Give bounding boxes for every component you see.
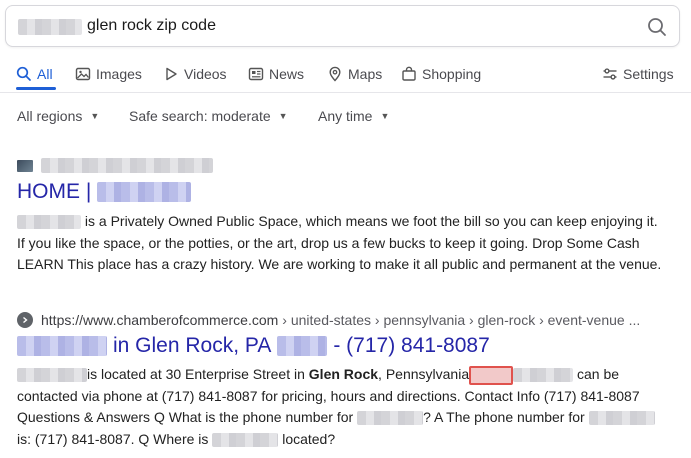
redacted-title bbox=[97, 182, 192, 202]
redacted-query-prefix bbox=[18, 19, 82, 35]
result-2-title[interactable]: in Glen Rock, PA - (717) 841-8087 bbox=[17, 334, 490, 358]
tab-maps-label: Maps bbox=[348, 66, 383, 82]
result-2-source[interactable]: https://www.chamberofcommerce.com › unit… bbox=[17, 312, 640, 328]
snippet-text: located? bbox=[282, 430, 336, 447]
snippet-text: , Pennsylvania bbox=[378, 366, 470, 382]
safe-search-label: Safe search: moderate bbox=[129, 108, 271, 124]
tab-videos-label: Videos bbox=[184, 66, 227, 82]
region-filter[interactable]: All regions ▼ bbox=[17, 108, 99, 124]
result-2-breadcrumb: › united-states › pennsylvania › glen-ro… bbox=[282, 312, 641, 328]
highlighted-redaction bbox=[469, 365, 514, 385]
result-2-snippet: is located at 30 Enterprise Street in Gl… bbox=[17, 364, 677, 450]
search-icon bbox=[16, 66, 31, 81]
tabs-divider bbox=[0, 92, 691, 93]
caret-down-icon: ▼ bbox=[278, 111, 288, 121]
sliders-icon bbox=[603, 68, 617, 80]
search-query-text[interactable]: glen rock zip code bbox=[87, 17, 216, 35]
redacted-name bbox=[357, 411, 424, 426]
time-filter-label: Any time bbox=[318, 108, 373, 124]
tab-maps[interactable]: Maps bbox=[327, 60, 382, 88]
snippet-bold-text: Glen Rock bbox=[308, 366, 379, 382]
snippet-text: Questions & Answers Q What is the phone … bbox=[17, 409, 354, 425]
redacted-name bbox=[588, 411, 655, 426]
redacted-business-name bbox=[17, 336, 107, 356]
chevron-right-icon bbox=[17, 312, 33, 328]
image-icon bbox=[75, 67, 91, 81]
tab-all[interactable]: All bbox=[16, 60, 53, 88]
redacted-title-part bbox=[277, 336, 328, 356]
search-icon[interactable] bbox=[647, 17, 667, 37]
play-icon bbox=[166, 67, 177, 81]
result-1-source[interactable] bbox=[17, 158, 213, 173]
snippet-line: contacted via phone at (717) 841-8087 fo… bbox=[17, 387, 640, 404]
tab-all-label: All bbox=[37, 66, 53, 82]
tab-news[interactable]: News bbox=[248, 60, 304, 88]
search-box[interactable]: glen rock zip code bbox=[5, 5, 680, 47]
result-1-snippet: is a Privately Owned Public Space, which… bbox=[17, 211, 677, 276]
settings-label: Settings bbox=[623, 66, 674, 82]
result-2-title-mid: in Glen Rock, PA bbox=[113, 334, 272, 357]
caret-down-icon: ▼ bbox=[90, 111, 100, 121]
result-2-url: https://www.chamberofcommerce.com bbox=[41, 312, 279, 328]
redacted-text bbox=[513, 368, 574, 383]
snippet-line: If you like the space, or the potties, o… bbox=[17, 234, 640, 251]
tab-videos[interactable]: Videos bbox=[163, 60, 227, 88]
tab-images-label: Images bbox=[96, 66, 142, 82]
tab-news-label: News bbox=[269, 66, 305, 82]
map-pin-icon bbox=[329, 66, 341, 82]
tab-shopping-label: Shopping bbox=[422, 66, 482, 82]
tab-images[interactable]: Images bbox=[75, 60, 142, 88]
redacted-name bbox=[212, 432, 279, 447]
snippet-text: can be bbox=[577, 366, 620, 382]
redacted-name bbox=[17, 215, 81, 230]
safe-search-filter[interactable]: Safe search: moderate ▼ bbox=[129, 108, 288, 124]
redacted-url bbox=[41, 158, 213, 173]
snippet-line: is a Privately Owned Public Space, which… bbox=[84, 213, 658, 229]
region-filter-label: All regions bbox=[17, 108, 83, 124]
settings-button[interactable]: Settings bbox=[602, 60, 674, 88]
result-2-title-phone: - (717) 841-8087 bbox=[333, 334, 490, 357]
tab-shopping[interactable]: Shopping bbox=[401, 60, 481, 88]
search-tabs: All Images Videos News Maps Shopping Set… bbox=[0, 60, 691, 90]
site-favicon bbox=[17, 159, 33, 172]
redacted-name bbox=[17, 368, 87, 383]
snippet-text: is: (717) 841-8087. Q Where is bbox=[17, 430, 209, 447]
snippet-text: is located at 30 Enterprise Street in bbox=[87, 366, 305, 382]
shopping-bag-icon bbox=[402, 66, 416, 81]
snippet-text: ? A The phone number for bbox=[423, 409, 585, 425]
result-1-title-text: HOME | bbox=[17, 180, 92, 203]
result-1-title[interactable]: HOME | bbox=[17, 180, 192, 204]
caret-down-icon: ▼ bbox=[380, 111, 390, 121]
news-icon bbox=[248, 67, 264, 81]
time-filter[interactable]: Any time ▼ bbox=[318, 108, 389, 124]
active-tab-indicator bbox=[16, 87, 56, 90]
snippet-line: LEARN This place has a crazy history. We… bbox=[17, 256, 662, 272]
